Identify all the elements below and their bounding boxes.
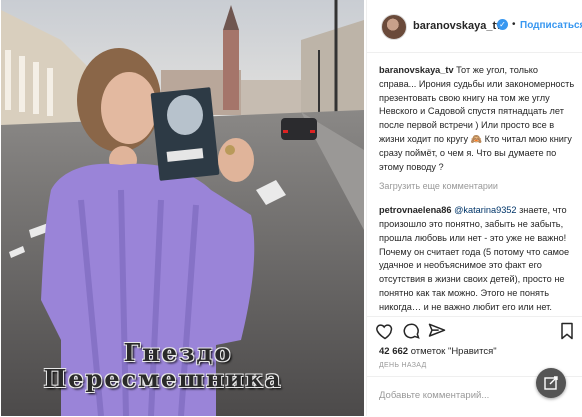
- post-header: baranovskaya_tv ✓ • Подписаться: [367, 0, 582, 53]
- comment: petrovnaelena86 @katarina9352 знаете, чт…: [379, 204, 575, 314]
- heart-icon[interactable]: [375, 321, 395, 341]
- share-icon[interactable]: [427, 321, 447, 341]
- load-more-comments-button[interactable]: Загрузить еще комментарии: [379, 180, 575, 194]
- comment-icon[interactable]: [401, 321, 421, 341]
- floating-action-button[interactable]: [536, 368, 566, 398]
- watermark-line-1: Гнездо: [123, 338, 233, 367]
- comment-text: знаете, что произошло это понятно, забыт…: [379, 205, 570, 312]
- author-username[interactable]: baranovskaya_tv: [413, 20, 502, 32]
- action-bar: [367, 316, 582, 341]
- avatar[interactable]: [381, 14, 407, 40]
- post-sidebar: baranovskaya_tv ✓ • Подписаться baranovs…: [366, 0, 582, 416]
- caption: baranovskaya_tv Тот же угол, только спра…: [379, 64, 575, 174]
- follow-button[interactable]: Подписаться: [520, 20, 582, 31]
- comment-mention[interactable]: @katarina9352: [454, 205, 516, 215]
- comments-area: baranovskaya_tv Тот же угол, только спра…: [379, 64, 575, 315]
- likes-count[interactable]: 42 662 отметок "Нравится": [379, 346, 497, 357]
- add-comment-input[interactable]: Добавьте комментарий...: [379, 390, 489, 401]
- post-date[interactable]: ДЕНЬ НАЗАД: [379, 362, 427, 369]
- separator-dot: •: [512, 19, 516, 30]
- likes-number: 42 662: [379, 346, 409, 357]
- verified-badge-icon: ✓: [497, 19, 508, 30]
- bookmark-icon[interactable]: [557, 321, 577, 341]
- caption-text: Тот же угол, только справа... Ирония суд…: [379, 65, 575, 172]
- comment-username[interactable]: petrovnaelena86: [379, 205, 452, 215]
- edit-icon: [544, 376, 558, 390]
- watermark-line-2: Пересмешника: [43, 364, 283, 393]
- likes-label: отметок "Нравится": [410, 346, 497, 357]
- caption-username[interactable]: baranovskaya_tv: [379, 65, 454, 75]
- instagram-post-window: Гнездо Пересмешника baranovskaya_tv ✓ • …: [0, 0, 582, 416]
- post-photo[interactable]: Гнездо Пересмешника: [1, 0, 364, 416]
